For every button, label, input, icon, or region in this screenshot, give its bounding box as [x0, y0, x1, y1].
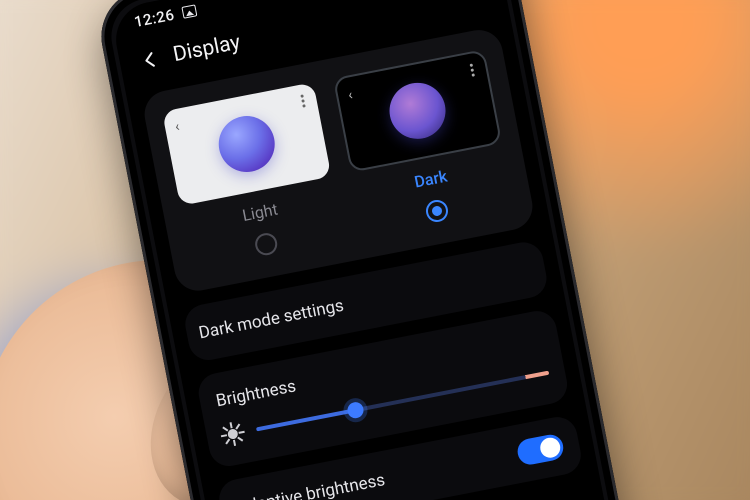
more-icon [300, 94, 305, 107]
theme-preview-light: ‹ [162, 82, 331, 206]
theme-radio-light[interactable] [253, 231, 279, 257]
page-title: Display [171, 31, 242, 68]
more-icon [470, 63, 475, 76]
theme-option-light[interactable]: ‹ Light [162, 82, 344, 269]
dark-mode-settings-label: Dark mode settings [197, 296, 345, 344]
back-button[interactable] [131, 40, 171, 80]
brightness-icon [221, 422, 244, 445]
adaptive-brightness-toggle[interactable] [515, 432, 565, 466]
theme-label-dark: Dark [413, 167, 449, 192]
theme-label-light: Light [241, 200, 280, 225]
chevron-left-icon: ‹ [174, 119, 181, 136]
status-time: 12:26 [133, 6, 176, 31]
brightness-slider-thumb[interactable] [346, 401, 365, 420]
theme-preview-dark: ‹ [333, 49, 502, 173]
theme-radio-dark[interactable] [424, 198, 450, 224]
theme-option-dark[interactable]: ‹ Dark [333, 49, 515, 236]
chevron-left-icon: ‹ [347, 87, 354, 104]
adaptive-brightness-label: Adaptive brightness [235, 470, 386, 500]
screenshot-icon [181, 4, 197, 18]
